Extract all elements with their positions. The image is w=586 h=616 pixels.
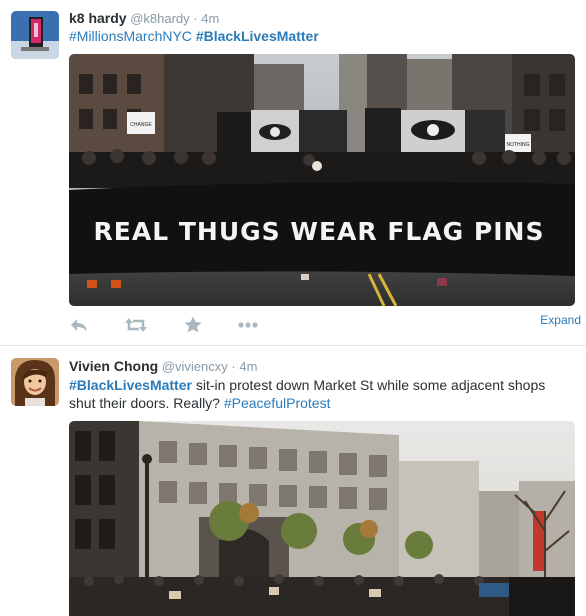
avatar[interactable] — [11, 11, 59, 59]
hashtag-link[interactable]: #MillionsMarchNYC — [69, 28, 192, 44]
tweet-actions — [69, 315, 579, 337]
tweet-photo[interactable]: CHANGE NOTHING REAL THUGS WEAR FLAG PINS — [69, 54, 575, 306]
tweet[interactable]: Vivien Chong @viviencxy · 4m #BlackLives… — [0, 347, 586, 616]
separator-dot: · — [193, 11, 198, 26]
username[interactable]: @k8hardy — [130, 11, 189, 26]
expand-link[interactable]: Expand — [540, 313, 581, 327]
timestamp[interactable]: 4m — [239, 359, 257, 374]
tweet-photo[interactable] — [69, 421, 575, 616]
favorite-icon[interactable] — [183, 315, 205, 337]
separator-dot: · — [231, 359, 236, 374]
fullname[interactable]: Vivien Chong — [69, 358, 158, 374]
sign-text: NOTHING — [506, 142, 529, 148]
hashtag-link[interactable]: #PeacefulProtest — [224, 395, 331, 411]
avatar[interactable] — [11, 358, 59, 406]
username[interactable]: @viviencxy — [162, 359, 228, 374]
hashtag-link[interactable]: #BlackLivesMatter — [196, 28, 319, 44]
retweet-icon[interactable] — [125, 315, 147, 337]
timeline: k8 hardy @k8hardy · 4m #MillionsMarchNYC… — [0, 0, 586, 616]
fullname[interactable]: k8 hardy — [69, 10, 127, 26]
tweet-header: k8 hardy @k8hardy · 4m — [69, 10, 219, 26]
hashtag-link[interactable]: #BlackLivesMatter — [69, 377, 192, 393]
banner-text: REAL THUGS WEAR FLAG PINS — [94, 217, 545, 246]
timestamp[interactable]: 4m — [201, 11, 219, 26]
more-icon[interactable] — [237, 315, 259, 337]
reply-icon[interactable] — [69, 315, 91, 337]
tweet[interactable]: k8 hardy @k8hardy · 4m #MillionsMarchNYC… — [0, 0, 586, 346]
tweet-text: #BlackLivesMatter sit-in protest down Ma… — [69, 376, 569, 412]
sign-text: CHANGE — [130, 122, 152, 128]
tweet-text: #MillionsMarchNYC #BlackLivesMatter — [69, 27, 569, 45]
tweet-header: Vivien Chong @viviencxy · 4m — [69, 358, 257, 374]
